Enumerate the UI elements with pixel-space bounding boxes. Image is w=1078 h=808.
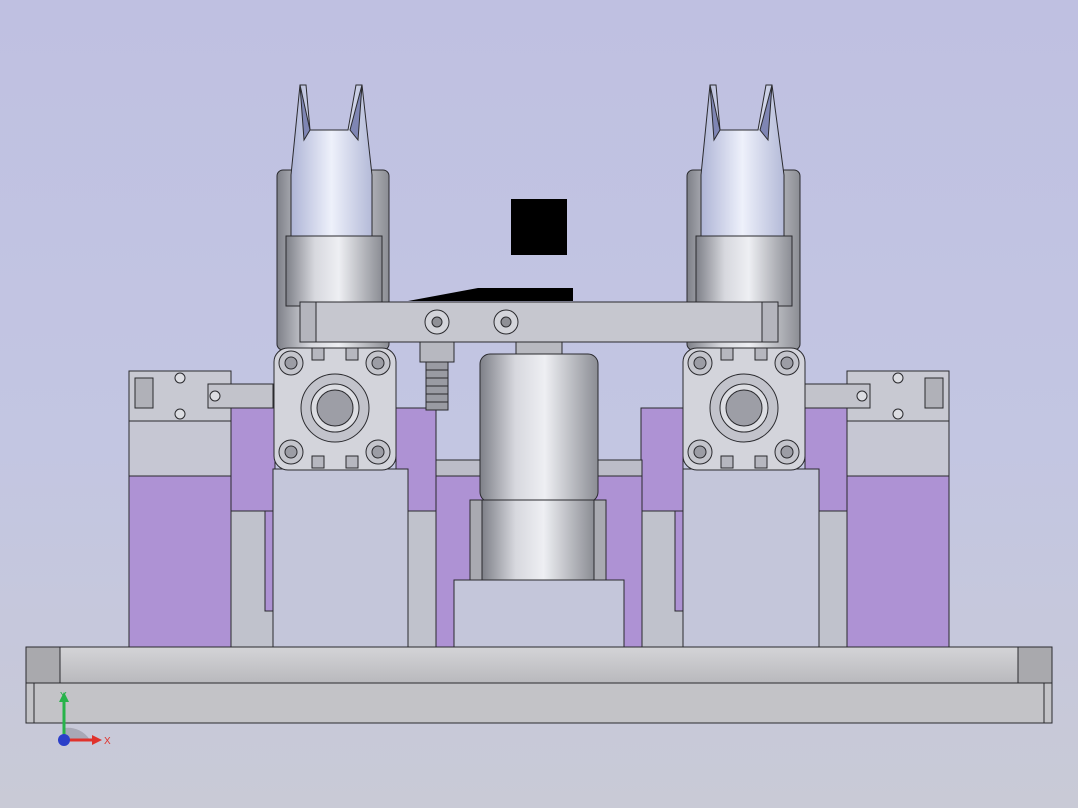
sensor-block[interactable] xyxy=(408,199,573,301)
cad-viewport[interactable]: Y X xyxy=(0,0,1078,808)
adjust-bolt[interactable] xyxy=(419,341,455,411)
coordinate-triad-icon: Y X xyxy=(58,691,111,747)
support-block-left[interactable] xyxy=(272,468,409,648)
cylinder-flange-left[interactable] xyxy=(273,347,397,471)
support-block-right[interactable] xyxy=(682,468,820,648)
base-plate[interactable] xyxy=(25,646,1053,724)
cylinder-flange-right[interactable] xyxy=(682,347,806,471)
cross-bar[interactable] xyxy=(299,301,779,343)
axis-y-label: Y xyxy=(60,691,67,702)
axis-x-label: X xyxy=(104,736,111,747)
assembly-model[interactable] xyxy=(0,0,1078,808)
